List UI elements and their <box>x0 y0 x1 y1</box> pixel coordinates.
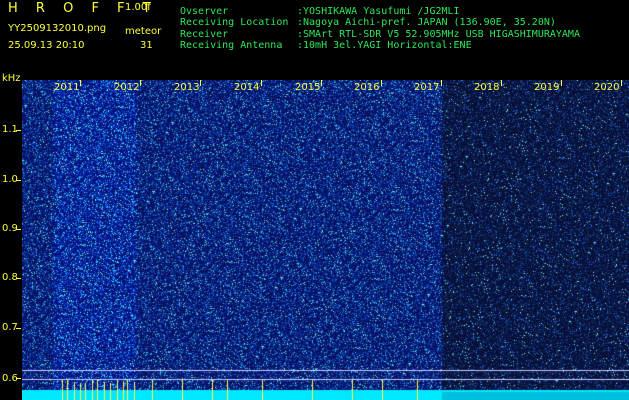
year-tick <box>321 80 322 86</box>
app-version: 1.00f <box>125 2 151 13</box>
info-value-antenna: :10mH 3el.YAGI Horizontal:ENE <box>297 40 472 51</box>
year-tick <box>381 80 382 86</box>
info-key-observer: Ovserver <box>180 6 229 17</box>
year-label: 2016 <box>354 82 380 93</box>
axis-tick <box>16 378 21 379</box>
year-label: 2014 <box>234 82 260 93</box>
spectrogram <box>22 80 629 400</box>
info-key-location: Receiving Location <box>180 17 289 28</box>
year-tick <box>501 80 502 86</box>
year-tick <box>621 80 622 86</box>
axis-tick <box>16 180 21 181</box>
header: H R O F F T 1.00f YY2509132010.png meteo… <box>0 0 629 80</box>
year-label: 2018 <box>474 82 500 93</box>
axis-unit: kHz <box>2 73 21 84</box>
year-tick <box>441 80 442 86</box>
year-label: 2020 <box>594 82 620 93</box>
info-value-location: :Nagoya Aichi-pref. JAPAN (136.90E, 35.2… <box>297 17 556 28</box>
year-label: 2012 <box>114 82 140 93</box>
year-label: 2015 <box>295 82 321 93</box>
info-value-receiver: :SMArt RTL-SDR V5 52.905MHz USB HIGASHIM… <box>297 29 580 40</box>
year-label: 2017 <box>414 82 440 93</box>
meteor-label: meteor <box>125 26 162 37</box>
year-tick <box>561 80 562 86</box>
year-label: 2013 <box>174 82 200 93</box>
datetime: 25.09.13 20:10 <box>8 40 85 51</box>
year-tick <box>261 80 262 86</box>
axis-tick <box>16 278 21 279</box>
axis-tick <box>16 328 21 329</box>
year-tick <box>200 80 201 86</box>
year-label: 2011 <box>54 82 80 93</box>
info-value-observer: :YOSHIKAWA Yasufumi /JG2MLI <box>297 6 460 17</box>
meteor-count: 31 <box>140 40 153 51</box>
info-key-antenna: Receiving Antenna <box>180 40 283 51</box>
year-tick <box>140 80 141 86</box>
axis-tick <box>16 229 21 230</box>
info-key-receiver: Receiver <box>180 29 229 40</box>
axis-tick <box>16 130 21 131</box>
year-tick <box>80 80 81 86</box>
year-label: 2019 <box>534 82 560 93</box>
filename: YY2509132010.png <box>8 23 107 34</box>
